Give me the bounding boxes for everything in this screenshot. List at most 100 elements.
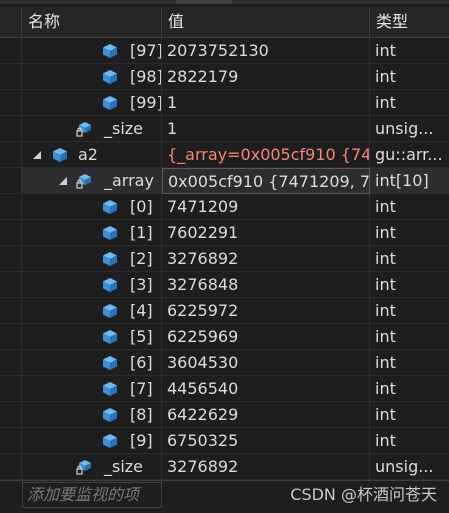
row-name-cell: [2] bbox=[22, 246, 162, 272]
row-value[interactable]: 3276848 bbox=[162, 272, 370, 298]
row-value[interactable]: {_array=0x005cf910 {74... bbox=[162, 142, 370, 168]
row-value[interactable]: 3276892 bbox=[162, 246, 370, 272]
row-name: [99] bbox=[130, 93, 162, 112]
row-gutter bbox=[0, 350, 22, 376]
row-type: int bbox=[375, 275, 396, 294]
watch-window: 名称 值 类型 [97] 2073752130 int [98] 2822179… bbox=[0, 0, 449, 513]
field-cube-icon bbox=[103, 44, 117, 58]
row-name-cell: [3] bbox=[22, 272, 162, 298]
row-type: gu::arr... bbox=[375, 145, 443, 164]
row-type: unsig... bbox=[375, 457, 434, 476]
watch-rows: [97] 2073752130 int [98] 2822179 int [99… bbox=[0, 38, 449, 480]
row-value[interactable]: 7471209 bbox=[162, 194, 370, 220]
row-value[interactable]: 1 bbox=[162, 90, 370, 116]
row-gutter bbox=[0, 454, 22, 480]
watch-row[interactable]: [4] 6225972 int bbox=[0, 298, 449, 324]
row-name: [2] bbox=[130, 249, 153, 268]
horizontal-scrollbar[interactable] bbox=[0, 0, 449, 4]
row-name: _array bbox=[104, 171, 154, 190]
row-gutter bbox=[0, 116, 22, 142]
row-value[interactable]: 2073752130 bbox=[162, 38, 370, 64]
row-type: int bbox=[375, 67, 396, 86]
expanded-triangle-icon[interactable] bbox=[32, 150, 42, 160]
column-header-value[interactable]: 值 bbox=[162, 7, 370, 37]
watch-row[interactable]: [7] 4456540 int bbox=[0, 376, 449, 402]
field-cube-icon bbox=[103, 70, 117, 84]
row-value[interactable]: 6225972 bbox=[162, 298, 370, 324]
row-gutter bbox=[0, 168, 22, 194]
row-name: _size bbox=[104, 457, 144, 476]
watch-row[interactable]: [97] 2073752130 int bbox=[0, 38, 449, 64]
field-cube-icon bbox=[103, 252, 117, 266]
row-type: int bbox=[375, 223, 396, 242]
field-cube-icon bbox=[103, 382, 117, 396]
watch-row[interactable]: [2] 3276892 int bbox=[0, 246, 449, 272]
field-cube-icon bbox=[103, 226, 117, 240]
row-value[interactable]: 2822179 bbox=[162, 64, 370, 90]
row-type: int bbox=[375, 379, 396, 398]
row-type: int bbox=[375, 301, 396, 320]
field-cube-icon bbox=[103, 278, 117, 292]
column-header-type[interactable]: 类型 bbox=[370, 7, 449, 37]
watch-row[interactable]: [99] 1 int bbox=[0, 90, 449, 116]
row-gutter bbox=[0, 376, 22, 402]
watch-row[interactable]: [9] 6750325 int bbox=[0, 428, 449, 454]
row-name: [1] bbox=[130, 223, 153, 242]
watch-row[interactable]: [6] 3604530 int bbox=[0, 350, 449, 376]
row-name-cell: [7] bbox=[22, 376, 162, 402]
row-value[interactable]: 7602291 bbox=[162, 220, 370, 246]
row-name: [98] bbox=[130, 67, 162, 86]
row-name: [7] bbox=[130, 379, 153, 398]
row-gutter bbox=[0, 194, 22, 220]
field-cube-icon bbox=[103, 304, 117, 318]
row-value[interactable]: 4456540 bbox=[162, 376, 370, 402]
row-value[interactable]: 0x005cf910 {7471209, 7... bbox=[162, 168, 370, 194]
watch-row[interactable]: [98] 2822179 int bbox=[0, 64, 449, 90]
watch-footer: 添加要监视的项 CSDN @杯酒问苍天 bbox=[0, 480, 449, 513]
watch-row[interactable]: [5] 6225969 int bbox=[0, 324, 449, 350]
private-field-cube-icon bbox=[76, 122, 91, 137]
row-name-cell: [5] bbox=[22, 324, 162, 350]
row-gutter bbox=[0, 246, 22, 272]
row-type: int bbox=[375, 327, 396, 346]
scrollbar-thumb[interactable] bbox=[176, 0, 232, 4]
row-gutter bbox=[0, 272, 22, 298]
add-watch-input[interactable]: 添加要监视的项 bbox=[22, 482, 162, 508]
row-name-cell: [8] bbox=[22, 402, 162, 428]
row-gutter bbox=[0, 90, 22, 116]
row-gutter bbox=[0, 428, 22, 454]
row-name-cell: [98] bbox=[22, 64, 162, 90]
row-gutter bbox=[0, 38, 22, 64]
watch-row[interactable]: _size 3276892 unsig... bbox=[0, 454, 449, 480]
row-value[interactable]: 3604530 bbox=[162, 350, 370, 376]
row-type: int[10] bbox=[370, 168, 449, 194]
watch-row[interactable]: [1] 7602291 int bbox=[0, 220, 449, 246]
row-type: int bbox=[375, 249, 396, 268]
row-type: int bbox=[375, 431, 396, 450]
field-cube-icon bbox=[103, 434, 117, 448]
row-gutter bbox=[0, 298, 22, 324]
row-value[interactable]: 6225969 bbox=[162, 324, 370, 350]
row-value[interactable]: 6750325 bbox=[162, 428, 370, 454]
private-field-cube-icon bbox=[76, 174, 91, 189]
watch-row[interactable]: [0] 7471209 int bbox=[0, 194, 449, 220]
watch-row[interactable]: a2 {_array=0x005cf910 {74... gu::arr... bbox=[0, 142, 449, 168]
field-cube-icon bbox=[103, 356, 117, 370]
row-gutter bbox=[0, 220, 22, 246]
row-value[interactable]: 3276892 bbox=[162, 454, 370, 480]
row-value[interactable]: 6422629 bbox=[162, 402, 370, 428]
watch-row[interactable]: _size 1 unsig... bbox=[0, 116, 449, 142]
row-value[interactable]: 1 bbox=[162, 116, 370, 142]
field-cube-icon bbox=[53, 148, 67, 162]
column-header-name[interactable]: 名称 bbox=[22, 7, 162, 37]
expanded-triangle-icon[interactable] bbox=[58, 176, 68, 186]
watch-row[interactable]: [3] 3276848 int bbox=[0, 272, 449, 298]
row-name: [3] bbox=[130, 275, 153, 294]
row-type: unsig... bbox=[375, 119, 434, 138]
watch-row[interactable]: [8] 6422629 int bbox=[0, 402, 449, 428]
row-name-cell: _array bbox=[22, 168, 162, 194]
header-gutter bbox=[0, 7, 22, 37]
watch-row[interactable]: _array 0x005cf910 {7471209, 7... int[10] bbox=[0, 168, 449, 194]
row-gutter bbox=[0, 142, 22, 168]
row-name-cell: [6] bbox=[22, 350, 162, 376]
